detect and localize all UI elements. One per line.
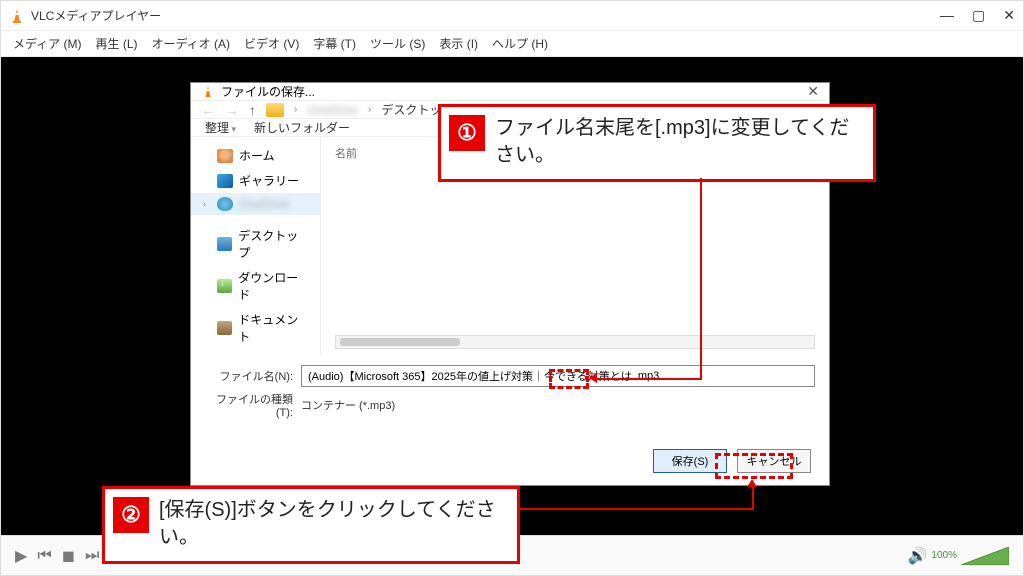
callout-2-number: ② [113,497,149,533]
highlight-extension [549,369,589,389]
menu-playback[interactable]: 再生 (L) [95,35,137,52]
download-icon [217,279,233,293]
nav-forward-icon[interactable]: → [225,102,239,118]
horizontal-scrollbar[interactable] [335,335,815,349]
nav-desktop[interactable]: デスクトップ [191,223,320,265]
breadcrumb-hidden[interactable]: OneDrive [307,103,358,117]
organize-menu[interactable]: 整理 [205,119,236,136]
home-icon [217,149,233,163]
filename-label: ファイル名(N): [205,368,293,384]
stop-icon[interactable]: ◼ [62,546,75,566]
arrow-1-h [596,378,702,380]
minimize-button[interactable]: ― [940,7,954,24]
vlc-cone-icon [201,85,215,99]
speaker-icon[interactable]: 🔊 [908,546,928,566]
menubar: メディア (M) 再生 (L) オーディオ (A) ビデオ (V) 字幕 (T)… [1,31,1023,57]
nav-onedrive[interactable]: ›OneDrive [191,193,320,215]
nav-gallery[interactable]: ギャラリー [191,168,320,193]
nav-up-icon[interactable]: ↑ [249,102,256,118]
nav-home[interactable]: ホーム [191,143,320,168]
onedrive-icon [217,197,233,211]
document-icon [217,321,233,335]
callout-1-text: ファイル名末尾を[.mp3]に変更してください。 [495,117,849,166]
callout-2-text: [保存(S)]ボタンをクリックしてください。 [159,499,496,548]
titlebar: VLCメディアプレイヤー ― ▢ ✕ [1,1,1023,31]
dialog-title: ファイルの保存... [221,83,807,100]
arrow-1-head [589,373,597,383]
close-button[interactable]: ✕ [1003,7,1015,24]
next-icon[interactable]: ⏭ [85,547,99,565]
dialog-close-icon[interactable]: ✕ [807,83,819,100]
callout-1: ① ファイル名末尾を[.mp3]に変更してください。 [438,104,876,182]
menu-view[interactable]: 表示 (I) [439,35,478,52]
app-title: VLCメディアプレイヤー [31,7,940,24]
nav-downloads[interactable]: ダウンロード [191,265,320,307]
breadcrumb-sep: › [294,104,297,115]
new-folder-button[interactable]: 新しいフォルダー [254,119,350,136]
arrow-2-v [752,486,754,510]
nav-documents[interactable]: ドキュメント [191,307,320,349]
menu-media[interactable]: メディア (M) [13,35,81,52]
menu-video[interactable]: ビデオ (V) [244,35,299,52]
field-area: ファイル名(N): (Audio)【Microsoft 365】2025年の値上… [191,355,829,429]
arrow-2-h [520,508,754,510]
callout-1-number: ① [449,115,485,151]
menu-help[interactable]: ヘルプ (H) [492,35,548,52]
window-controls: ― ▢ ✕ [940,7,1015,24]
filename-value-ext: .mp3 [635,370,659,382]
play-icon[interactable]: ▶ [15,546,27,566]
folder-icon [266,103,284,117]
filetype-value[interactable]: コンテナー (*.mp3) [301,397,395,413]
nav-pane: ホーム ギャラリー ›OneDrive デスクトップ ダウンロード ドキュメント [191,137,321,355]
menu-audio[interactable]: オーディオ (A) [152,35,231,52]
menu-tools[interactable]: ツール (S) [370,35,425,52]
prev-icon[interactable]: ⏮ [37,547,51,565]
volume-percent: 100% [931,550,957,561]
desktop-icon [217,237,233,251]
arrow-1-v [700,178,702,378]
filetype-label: ファイルの種類(T): [205,391,293,419]
nav-back-icon[interactable]: ← [201,102,215,118]
gallery-icon [217,174,233,188]
maximize-button[interactable]: ▢ [972,7,985,24]
arrow-2-head [747,479,757,487]
volume-control[interactable]: 🔊 100% [908,546,1010,566]
highlight-save-button [715,453,793,479]
vlc-cone-icon [9,8,25,24]
callout-2: ② [保存(S)]ボタンをクリックしてください。 [102,486,520,564]
dialog-titlebar: ファイルの保存... ✕ [191,83,829,101]
volume-triangle-icon[interactable] [961,547,1009,565]
menu-subtitle[interactable]: 字幕 (T) [313,35,356,52]
breadcrumb-sep: › [368,104,371,115]
